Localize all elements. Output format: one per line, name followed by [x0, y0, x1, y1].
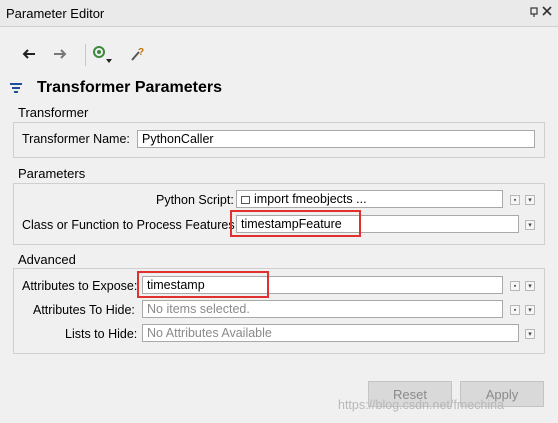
transformer-group-label: Transformer [18, 105, 89, 120]
expose-menu-button[interactable]: ▪ [510, 281, 520, 291]
expose-dropdown-button[interactable]: ▾ [525, 281, 535, 291]
back-arrow-icon[interactable] [18, 43, 40, 65]
toolbar-separator [85, 44, 86, 66]
class-function-label: Class or Function to Process Features [22, 218, 235, 232]
settings-dropdown-icon[interactable] [90, 43, 114, 65]
script-dropdown-button[interactable]: ▾ [525, 195, 535, 205]
transformer-name-field[interactable]: PythonCaller [137, 130, 535, 148]
transformer-name-label: Transformer Name: [22, 132, 130, 146]
attributes-to-hide-field[interactable]: No items selected. [142, 300, 503, 318]
class-function-dropdown-button[interactable]: ▾ [525, 220, 535, 230]
attributes-to-expose-label: Attributes to Expose: [22, 279, 138, 293]
hide-dropdown-button[interactable]: ▾ [525, 305, 535, 315]
attributes-to-hide-label: Attributes To Hide: [33, 303, 135, 317]
transformer-icon [10, 82, 22, 97]
lists-dropdown-button[interactable]: ▾ [525, 329, 535, 339]
lists-to-hide-field[interactable]: No Attributes Available [142, 324, 519, 342]
parameters-group-label: Parameters [18, 166, 86, 181]
page-title: Transformer Parameters [37, 79, 222, 96]
class-function-highlight [230, 210, 361, 237]
advanced-group-label: Advanced [18, 252, 76, 267]
python-script-value: import fmeobjects ... [254, 192, 367, 206]
python-script-field[interactable]: import fmeobjects ... [236, 190, 503, 208]
window-title: Parameter Editor [6, 6, 105, 21]
forward-arrow-icon[interactable] [49, 43, 71, 65]
attributes-to-expose-highlight [137, 271, 269, 298]
python-script-label: Python Script: [156, 193, 234, 207]
watermark: https://blog.csdn.net/fmechina [338, 398, 505, 412]
svg-text:?: ? [138, 47, 144, 58]
script-doc-icon [241, 196, 250, 204]
lists-to-hide-label: Lists to Hide: [65, 327, 138, 341]
close-icon[interactable] [542, 5, 552, 16]
script-menu-button[interactable]: ▪ [510, 195, 520, 205]
hide-menu-button[interactable]: ▪ [510, 305, 520, 315]
help-wand-icon[interactable]: ? [126, 43, 148, 65]
float-icon[interactable] [530, 6, 538, 17]
